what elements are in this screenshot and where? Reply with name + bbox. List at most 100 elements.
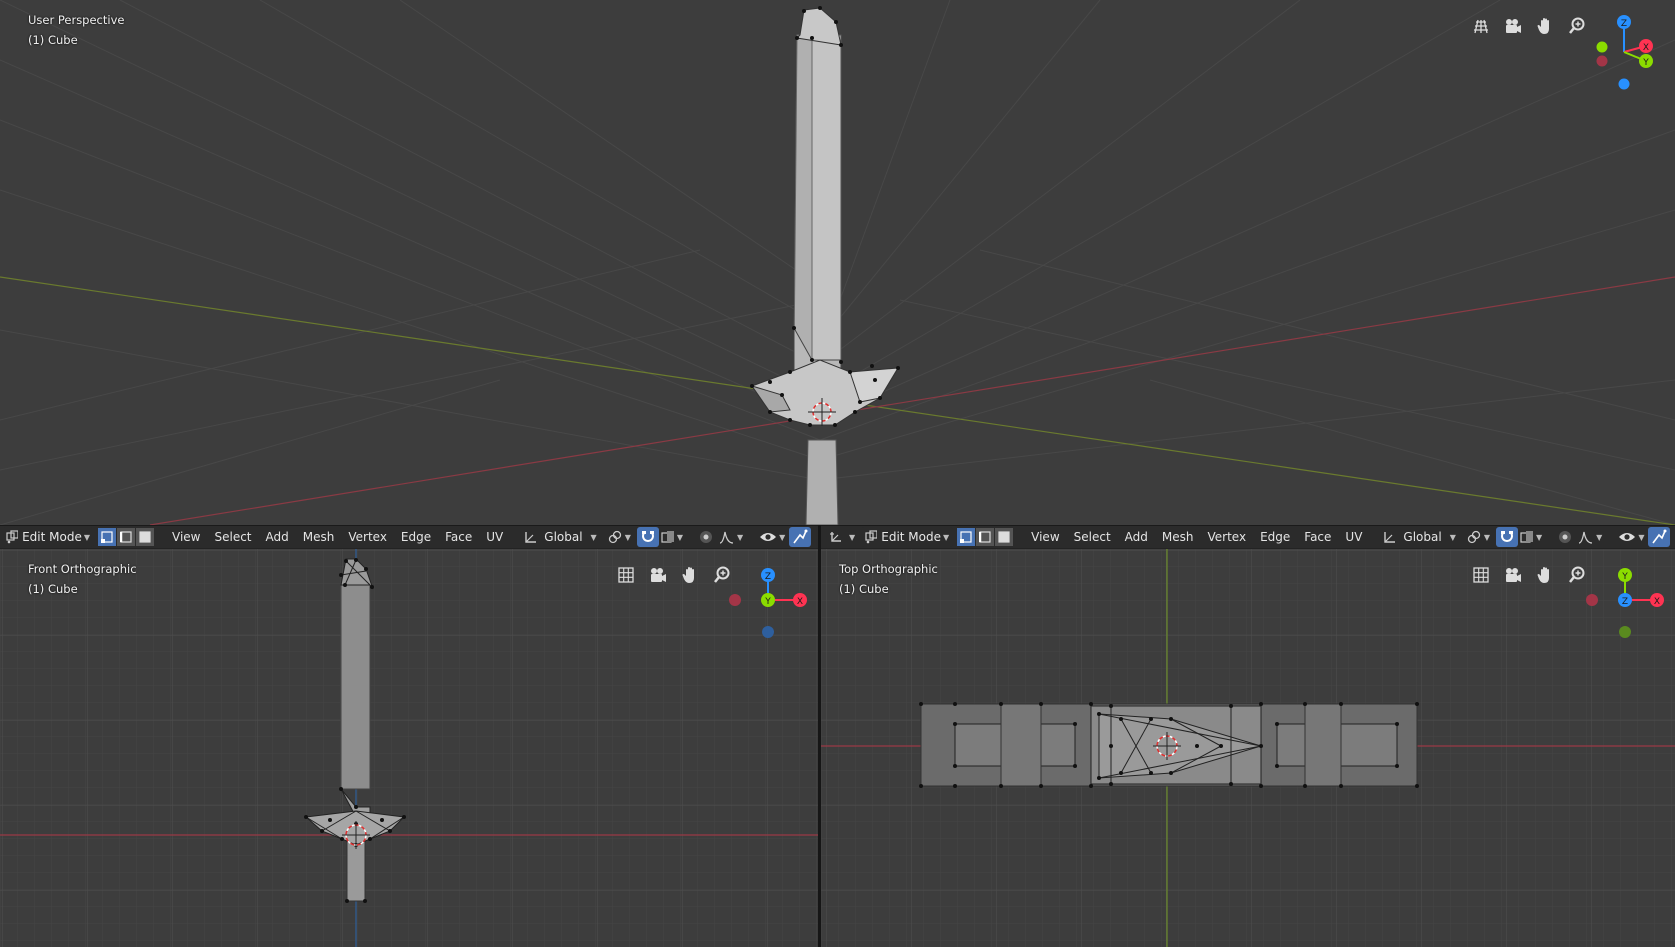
snap-target-dropdown[interactable]: ▼ [1520, 527, 1542, 547]
pan-view-button[interactable] [1531, 12, 1559, 40]
editor-type-icon [6, 530, 19, 544]
vertex-select-button[interactable] [98, 528, 116, 546]
viewport-user-perspective[interactable]: User Perspective (1) Cube Z Y X [0, 0, 1675, 525]
menu-edge[interactable]: Edge [394, 527, 438, 547]
viewport-front-orthographic[interactable]: Front Orthographic (1) Cube Z X Y [0, 549, 818, 947]
menu-add[interactable]: Add [259, 527, 296, 547]
transform-orientation-label: Global [1403, 530, 1442, 544]
snap-toggle-button[interactable] [636, 527, 659, 547]
vertex-select-button[interactable] [957, 528, 976, 546]
mode-label: Edit Mode [22, 530, 82, 544]
view-name-label: User Perspective [28, 13, 125, 27]
menu-select[interactable]: Select [207, 527, 258, 547]
edge-select-button[interactable] [117, 528, 135, 546]
overlay-toggle-button[interactable] [1648, 527, 1671, 547]
pan-view-button[interactable] [1531, 561, 1559, 589]
pan-view-button[interactable] [676, 561, 704, 589]
chevron-down-icon: ▼ [1596, 532, 1603, 542]
neg-x-axis-handle[interactable] [1596, 55, 1608, 67]
pivot-icon [1467, 530, 1481, 544]
vertex-select-icon [101, 531, 113, 543]
menu-uv[interactable]: UV [1338, 527, 1369, 547]
viewport-top-orthographic[interactable]: Top Orthographic (1) Cube Y X Z [821, 549, 1675, 947]
proportional-edit-toggle[interactable] [695, 527, 717, 547]
select-mode-group [957, 528, 1014, 546]
zoom-view-button[interactable] [1563, 12, 1591, 40]
menu-edge[interactable]: Edge [1253, 527, 1297, 547]
face-select-button[interactable] [995, 528, 1014, 546]
camera-view-button[interactable] [1499, 12, 1527, 40]
neg-x-axis-handle[interactable] [1586, 594, 1598, 606]
chevron-down-icon: ▼ [83, 532, 90, 542]
vertex-select-icon [960, 531, 972, 543]
transform-orientation-dropdown[interactable]: Global ▼ [520, 527, 600, 547]
editor-type-dropdown[interactable]: ▼ [825, 527, 859, 547]
camera-icon [1506, 19, 1521, 33]
chevron-down-icon: ▼ [779, 532, 786, 542]
menu-view[interactable]: View [165, 527, 207, 547]
mode-dropdown[interactable]: Edit Mode ▼ [861, 527, 954, 547]
3d-viewport-icon [830, 532, 841, 542]
menu-vertex[interactable]: Vertex [1201, 527, 1254, 547]
visibility-dropdown[interactable]: ▼ [1618, 527, 1644, 547]
chevron-down-icon: ▼ [849, 532, 856, 542]
neg-z-axis-handle[interactable] [1618, 78, 1630, 90]
front-scene [0, 549, 818, 947]
chevron-down-icon: ▼ [737, 532, 744, 542]
falloff-dropdown[interactable]: ▼ [719, 527, 743, 547]
falloff-dropdown[interactable]: ▼ [1578, 527, 1602, 547]
menu-face[interactable]: Face [1297, 527, 1338, 547]
camera-view-button[interactable] [1499, 561, 1527, 589]
pivot-point-dropdown[interactable]: ▼ [1466, 527, 1490, 547]
menu-add[interactable]: Add [1118, 527, 1155, 547]
sword-mesh[interactable] [750, 6, 900, 525]
menu-select[interactable]: Select [1067, 527, 1118, 547]
view-name-label: Front Orthographic [28, 562, 137, 576]
y-axis-label: Y [1642, 58, 1649, 68]
toggle-ortho-grid-button[interactable] [612, 561, 640, 589]
menu-view[interactable]: View [1024, 527, 1066, 547]
face-select-icon [139, 531, 151, 543]
chevron-down-icon: ▼ [1449, 532, 1456, 542]
face-select-button[interactable] [136, 528, 154, 546]
neg-y-axis-handle[interactable] [1619, 626, 1631, 638]
camera-icon [651, 568, 666, 582]
navigation-gizmo[interactable]: Y X Z [1577, 555, 1667, 645]
camera-icon [1506, 568, 1521, 582]
menu-mesh[interactable]: Mesh [1155, 527, 1201, 547]
toggle-camera-view-grid-button[interactable] [1467, 12, 1495, 40]
menu-face[interactable]: Face [438, 527, 479, 547]
mode-dropdown[interactable]: Edit Mode ▼ [2, 527, 94, 547]
orientation-icon [525, 532, 537, 543]
navigation-gizmo[interactable]: Z X Y [720, 555, 810, 645]
chevron-down-icon: ▼ [1483, 532, 1491, 542]
transform-orientation-dropdown[interactable]: Global ▼ [1379, 527, 1459, 547]
hand-icon [682, 567, 694, 583]
camera-view-button[interactable] [644, 561, 672, 589]
menu-vertex[interactable]: Vertex [341, 527, 394, 547]
neg-y-axis-handle[interactable] [1596, 41, 1608, 53]
orientation-icon [1384, 532, 1396, 543]
edge-select-button[interactable] [976, 528, 995, 546]
overlay-icon [793, 529, 808, 544]
neg-z-axis-handle[interactable] [762, 626, 774, 638]
navigation-tools [612, 561, 736, 589]
pivot-point-dropdown[interactable]: ▼ [607, 527, 631, 547]
object-name-label: (1) Cube [28, 582, 78, 596]
z-axis-label: Z [1621, 19, 1627, 29]
proportional-edit-toggle[interactable] [1554, 527, 1576, 547]
neg-x-axis-handle[interactable] [729, 594, 741, 606]
sword-top-mesh[interactable] [919, 702, 1419, 788]
visibility-dropdown[interactable]: ▼ [759, 527, 785, 547]
menu-uv[interactable]: UV [479, 527, 510, 547]
eye-icon [1619, 533, 1636, 541]
editor-type-icon [865, 530, 878, 544]
toggle-ortho-grid-button[interactable] [1467, 561, 1495, 589]
x-axis-label: X [1654, 597, 1660, 607]
menu-mesh[interactable]: Mesh [296, 527, 342, 547]
snap-target-dropdown[interactable]: ▼ [661, 527, 683, 547]
overlay-toggle-button[interactable] [789, 527, 812, 547]
snap-toggle-button[interactable] [1496, 527, 1519, 547]
navigation-gizmo[interactable]: Z Y X [1588, 10, 1668, 100]
grid-icon [1474, 19, 1488, 34]
